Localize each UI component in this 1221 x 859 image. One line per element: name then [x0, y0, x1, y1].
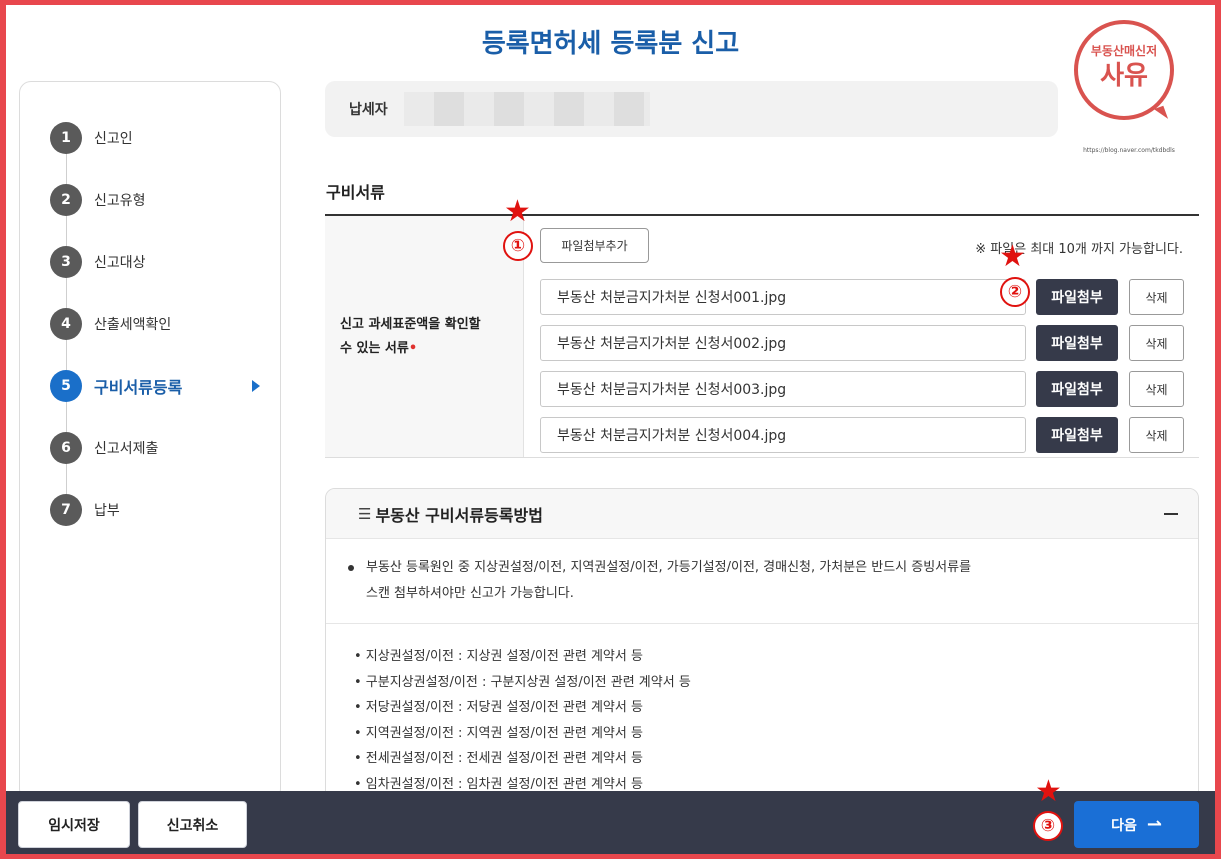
- step-sidebar: 1 신고인 2 신고유형 3 신고대상 4 산출세액확인 5 구비서류등록 6 …: [19, 81, 281, 801]
- file-name-field[interactable]: 부동산 처분금지가처분 신청서004.jpg: [540, 417, 1026, 453]
- file-name-field[interactable]: 부동산 처분금지가처분 신청서002.jpg: [540, 325, 1026, 361]
- step-label: 신고대상: [94, 255, 146, 271]
- step-3[interactable]: 3 신고대상: [50, 246, 260, 278]
- current-step-arrow-icon: [252, 380, 260, 392]
- file-row: 부동산 처분금지가처분 신청서003.jpg 파일첨부 삭제: [540, 371, 1185, 407]
- annotation-marker-3: ③: [1033, 811, 1063, 841]
- guide-title: 부동산 구비서류등록방법: [375, 505, 543, 525]
- guide-accordion: ☰ 부동산 구비서류등록방법 부동산 등록원인 중 지상권설정/이전, 지역권설…: [325, 488, 1199, 808]
- step-label: 신고인: [94, 131, 133, 147]
- guide-item: • 저당권설정/이전 : 저당권 설정/이전 관련 계약서 등: [354, 700, 643, 716]
- delete-file-button[interactable]: 삭제: [1129, 371, 1184, 407]
- step-number: 5: [50, 370, 82, 402]
- annotation-marker-1: ①: [503, 231, 533, 261]
- attach-file-button[interactable]: 파일첨부: [1036, 371, 1118, 407]
- step-number: 2: [50, 184, 82, 216]
- logo-main-text: 사유: [1100, 61, 1148, 91]
- star-annotation-icon: ★: [999, 239, 1026, 274]
- file-name-field[interactable]: 부동산 처분금지가처분 신청서003.jpg: [540, 371, 1026, 407]
- arrow-right-icon: ⇀: [1146, 814, 1162, 835]
- step-4[interactable]: 4 산출세액확인: [50, 308, 260, 340]
- documents-row-label: 신고 과세표준액을 확인할 수 있는 서류•: [325, 216, 524, 457]
- guide-intro: 부동산 등록원인 중 지상권설정/이전, 지역권설정/이전, 가등기설정/이전,…: [326, 539, 1198, 624]
- page-title: 등록면허세 등록분 신고: [481, 29, 740, 59]
- step-label: 신고유형: [94, 193, 146, 209]
- step-6[interactable]: 6 신고서제출: [50, 432, 260, 464]
- guide-item: • 지상권설정/이전 : 지상권 설정/이전 관련 계약서 등: [354, 649, 643, 664]
- guide-intro-line1: 부동산 등록원인 중 지상권설정/이전, 지역권설정/이전, 가등기설정/이전,…: [366, 560, 972, 575]
- step-2[interactable]: 2 신고유형: [50, 184, 260, 216]
- row-label-line2: 수 있는 서류: [340, 340, 409, 356]
- delete-file-button[interactable]: 삭제: [1129, 325, 1184, 361]
- guide-list: • 지상권설정/이전 : 지상권 설정/이전 관련 계약서 등 • 구분지상권설…: [326, 624, 1198, 798]
- logo-top-text: 부동산매신저: [1090, 44, 1158, 58]
- payer-box: 납세자: [325, 81, 1058, 137]
- step-5-current[interactable]: 5 구비서류등록: [50, 370, 260, 402]
- step-label: 신고서제출: [94, 441, 159, 457]
- page-frame: 등록면허세 등록분 신고 부동산매신저 사유 https://blog.nave…: [6, 5, 1215, 854]
- guide-intro-line2: 스캔 첨부하셔야만 신고가 가능합니다.: [366, 586, 574, 601]
- step-1[interactable]: 1 신고인: [50, 122, 260, 154]
- attach-file-button[interactable]: 파일첨부: [1036, 279, 1118, 315]
- attach-file-button[interactable]: 파일첨부: [1036, 325, 1118, 361]
- cancel-report-button[interactable]: 신고취소: [138, 801, 247, 848]
- annotation-marker-2: ②: [1000, 277, 1030, 307]
- guide-item: • 지역권설정/이전 : 지역권 설정/이전 관련 계약서 등: [354, 725, 643, 741]
- star-annotation-icon: ★: [504, 194, 531, 229]
- document-list-icon: ☰: [358, 504, 372, 523]
- file-row: 부동산 처분금지가처분 신청서004.jpg 파일첨부 삭제: [540, 417, 1185, 453]
- file-row: 부동산 처분금지가처분 신청서002.jpg 파일첨부 삭제: [540, 325, 1185, 361]
- step-7[interactable]: 7 납부: [50, 494, 260, 526]
- step-label: 구비서류등록: [94, 378, 183, 397]
- attach-file-button[interactable]: 파일첨부: [1036, 417, 1118, 453]
- collapse-icon[interactable]: [1164, 513, 1178, 515]
- step-label: 산출세액확인: [94, 317, 172, 333]
- step-label: 납부: [94, 503, 120, 519]
- step-number: 1: [50, 122, 82, 154]
- row-label-line1: 신고 과세표준액을 확인할: [340, 316, 481, 332]
- required-mark: •: [408, 340, 418, 356]
- guide-item: • 전세권설정/이전 : 전세권 설정/이전 관련 계약서 등: [354, 751, 643, 767]
- file-name-field[interactable]: 부동산 처분금지가처분 신청서001.jpg: [540, 279, 1026, 315]
- blog-logo: 부동산매신저 사유: [1074, 20, 1174, 120]
- guide-item: • 구분지상권설정/이전 : 구분지상권 설정/이전 관련 계약서 등: [354, 674, 691, 690]
- section-title: 구비서류: [326, 183, 385, 202]
- guide-header[interactable]: ☰ 부동산 구비서류등록방법: [326, 489, 1198, 539]
- star-annotation-icon: ★: [1035, 774, 1062, 809]
- step-number: 7: [50, 494, 82, 526]
- add-file-button[interactable]: 파일첨부추가: [540, 228, 649, 263]
- file-row: 부동산 처분금지가처분 신청서001.jpg 파일첨부 삭제: [540, 279, 1185, 315]
- step-number: 6: [50, 432, 82, 464]
- payer-name-redacted: [403, 92, 650, 126]
- logo-url: https://blog.naver.com/tkdbdls: [1083, 147, 1175, 154]
- next-button[interactable]: 다음 ⇀: [1074, 801, 1199, 848]
- payer-label: 납세자: [349, 102, 388, 118]
- step-number: 4: [50, 308, 82, 340]
- temp-save-button[interactable]: 임시저장: [18, 801, 130, 848]
- logo-tail: [1153, 105, 1169, 123]
- documents-table: 신고 과세표준액을 확인할 수 있는 서류• 파일첨부추가 ※ 파일은 최대 1…: [325, 216, 1199, 458]
- step-number: 3: [50, 246, 82, 278]
- delete-file-button[interactable]: 삭제: [1129, 279, 1184, 315]
- next-label: 다음: [1111, 817, 1137, 834]
- bullet-dot: [348, 565, 354, 571]
- delete-file-button[interactable]: 삭제: [1129, 417, 1184, 453]
